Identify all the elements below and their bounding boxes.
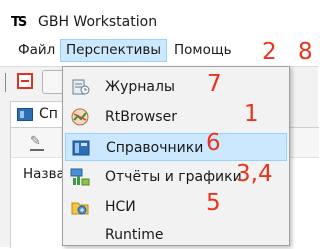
annotation-number: 2 [262,39,277,65]
column-header-name: Назва [23,166,65,182]
menu-item-label: Журналы [105,79,175,95]
menu-item-label: Справочники [106,140,204,156]
menu-item-label: RtBrowser [105,109,177,125]
nsi-icon [71,202,89,215]
menu-bar: Файл Перспективы Помощь 2 8 [0,38,318,65]
reports-icon [70,168,90,186]
title-bar: TS GBH Workstation [0,0,318,36]
annotation-number: 3,4 [236,161,273,187]
toolbar-separator [5,73,6,92]
journals-icon [72,79,90,95]
menu-item-label: Runtime [105,227,164,243]
window-title: GBH Workstation [38,14,158,30]
menu-item-journals[interactable]: Журналы [65,73,287,101]
annotation-number: 1 [244,101,259,127]
rtbrowser-icon [71,108,89,126]
annotation-number: 5 [206,190,221,216]
annotation-number: 8 [298,39,313,65]
app-logo-icon: TS [11,15,27,30]
menu-item-runtime[interactable]: Runtime [65,221,287,249]
reference-books-icon [17,108,33,121]
perspectives-dropdown: Журналы RtBrowser Справочники Отчёты и г… [62,66,290,246]
tab-label: Сп [39,106,58,122]
edit-pencil-icon[interactable]: ✎ [30,135,44,151]
menu-item-reference-books[interactable]: Справочники [65,133,287,161]
menu-item-label: Отчёты и графики [105,169,242,185]
menu-file[interactable]: Файл [13,40,60,61]
menu-item-label: НСИ [105,199,136,215]
annotation-number: 6 [206,130,221,156]
reference-books-icon [72,140,90,156]
annotation-number: 7 [207,71,222,97]
minimize-view-icon[interactable] [17,73,33,89]
menu-perspectives[interactable]: Перспективы [60,39,167,62]
menu-item-nsi[interactable]: НСИ [65,193,287,221]
menu-help[interactable]: Помощь [169,40,237,61]
